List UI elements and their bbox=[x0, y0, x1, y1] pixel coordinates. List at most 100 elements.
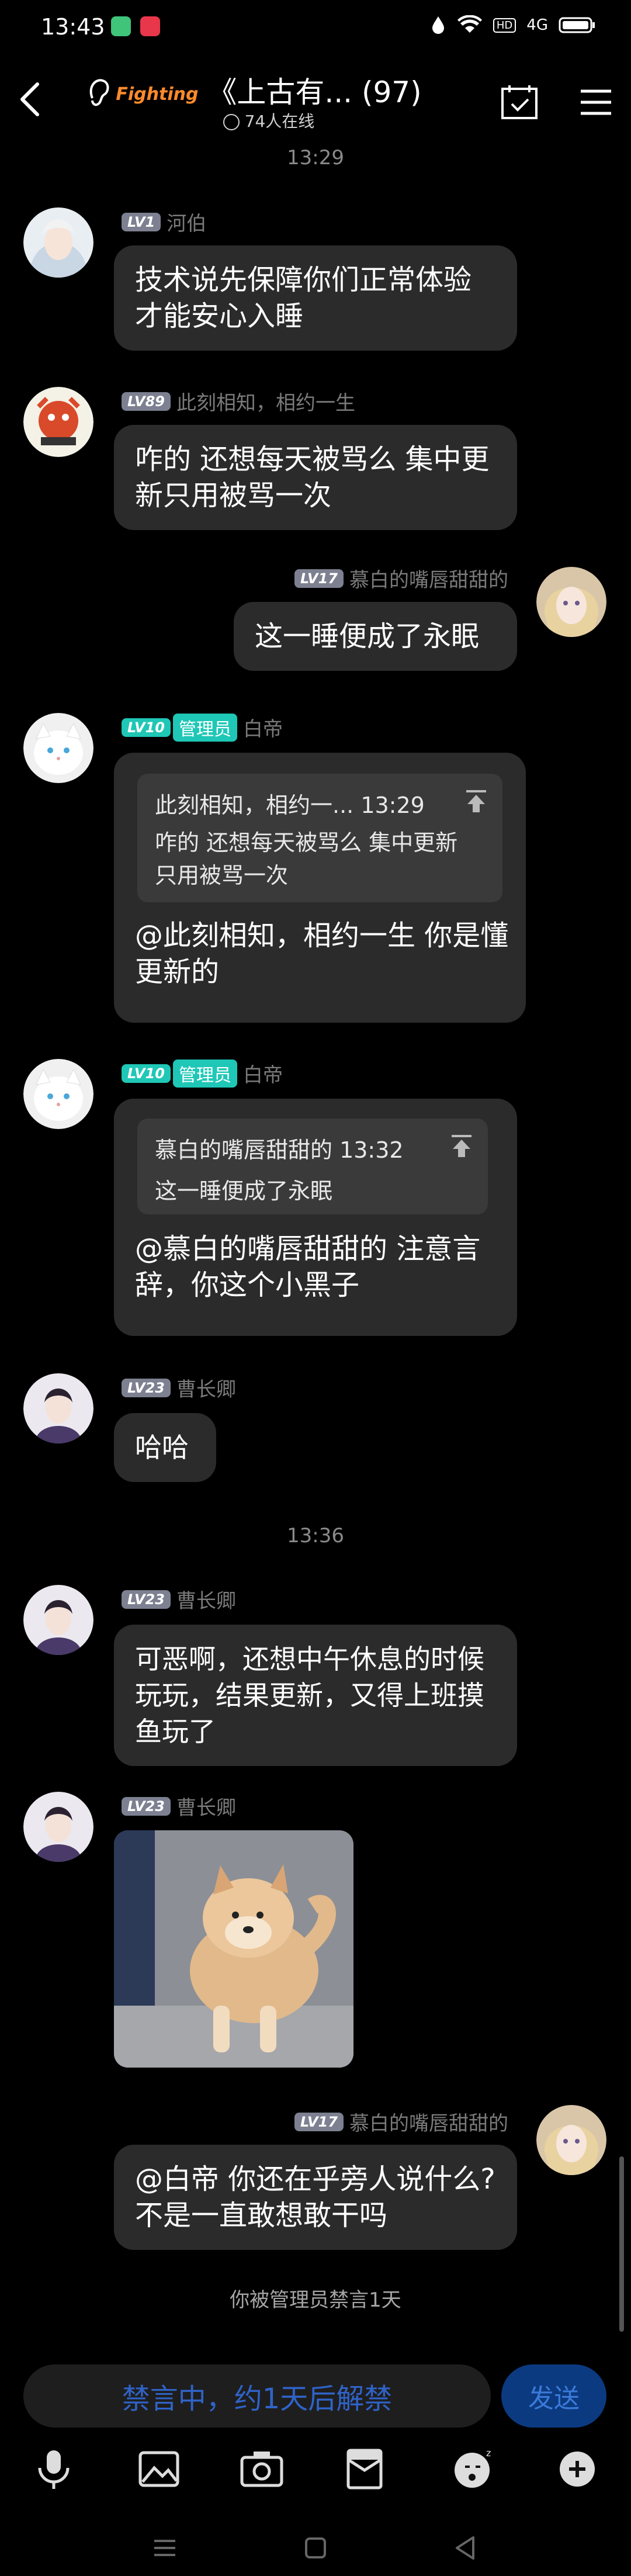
admin-badge: 管理员 bbox=[172, 713, 237, 742]
sender-line: LV89 此刻相知，相约一生 bbox=[122, 387, 355, 416]
message-input[interactable]: 禁言中，约1天后解禁 bbox=[23, 2364, 491, 2428]
app-notification-icon bbox=[111, 16, 131, 36]
battery-icon bbox=[559, 17, 595, 33]
message-bubble[interactable]: 咋的 还想每天被骂么 集中更新只用被骂一次 bbox=[114, 425, 517, 530]
menu-button[interactable] bbox=[578, 82, 619, 123]
level-badge: LV10 bbox=[122, 1064, 171, 1083]
level-badge: LV17 bbox=[294, 569, 344, 588]
avatar[interactable] bbox=[23, 1059, 93, 1129]
wifi-icon bbox=[457, 15, 482, 33]
dog-photo bbox=[114, 1830, 353, 2068]
sender-line: LV17 慕白的嘴唇甜甜的 bbox=[286, 564, 508, 593]
sender-name[interactable]: 曹长卿 bbox=[176, 1373, 236, 1402]
drop-icon bbox=[432, 16, 444, 34]
message-bubble[interactable]: 慕白的嘴唇甜甜的 13:32 这一睡便成了永眠 @慕白的嘴唇甜甜的 注意言辞，你… bbox=[114, 1099, 517, 1336]
message-bubble[interactable]: 这一睡便成了永眠 bbox=[234, 602, 517, 671]
mute-notice: 你被管理员禁言1天 bbox=[230, 2288, 401, 2312]
menu-icon bbox=[154, 2540, 175, 2556]
triangle-left-icon bbox=[456, 2536, 474, 2560]
app-notification-icon bbox=[140, 16, 160, 36]
time-separator: 13:29 bbox=[287, 146, 344, 169]
message-bubble[interactable]: @白帝 你还在乎旁人说什么?不是一直敢想敢干吗 bbox=[114, 2145, 517, 2250]
pin-up-icon[interactable] bbox=[448, 1133, 475, 1159]
quote-author: 慕白的嘴唇甜甜的 13:32 bbox=[155, 1137, 404, 1163]
avatar[interactable] bbox=[23, 207, 93, 278]
status-indicators: HD 4G bbox=[430, 15, 596, 35]
sender-name[interactable]: 慕白的嘴唇甜甜的 bbox=[349, 2107, 508, 2136]
square-icon bbox=[305, 2537, 326, 2558]
sender-line: LV17 慕白的嘴唇甜甜的 bbox=[263, 2107, 508, 2136]
camera-button[interactable] bbox=[238, 2446, 285, 2492]
message-bubble[interactable]: 哈哈 bbox=[114, 1413, 216, 1482]
back-nav-button[interactable] bbox=[442, 2525, 488, 2571]
image-icon bbox=[138, 2451, 179, 2487]
quoted-message[interactable]: 慕白的嘴唇甜甜的 13:32 这一睡便成了永眠 bbox=[137, 1119, 488, 1214]
quote-text: 咋的 还想每天被骂么 集中更新只用被骂一次 bbox=[155, 830, 458, 888]
avatar[interactable] bbox=[23, 1585, 93, 1655]
status-time: 13:43 bbox=[41, 14, 105, 40]
photo-button[interactable] bbox=[136, 2446, 182, 2492]
sender-name[interactable]: 白帝 bbox=[243, 1059, 283, 1088]
level-badge: LV17 bbox=[294, 2112, 344, 2131]
message-bubble[interactable]: 此刻相知，相约一... 13:29 咋的 还想每天被骂么 集中更新只用被骂一次 … bbox=[114, 753, 526, 1023]
avatar[interactable] bbox=[536, 567, 606, 637]
send-button[interactable]: 发送 bbox=[501, 2364, 606, 2428]
sender-line: LV1 河伯 bbox=[122, 207, 206, 236]
plus-button[interactable] bbox=[554, 2446, 601, 2492]
svg-text:z: z bbox=[486, 2447, 491, 2459]
emoji-button[interactable]: z bbox=[450, 2446, 497, 2492]
sender-name[interactable]: 曹长卿 bbox=[176, 1792, 236, 1820]
avatar[interactable] bbox=[23, 1373, 93, 1443]
back-button[interactable] bbox=[12, 76, 47, 123]
microphone-icon bbox=[38, 2450, 70, 2489]
sender-name[interactable]: 此刻相知，相约一生 bbox=[176, 387, 355, 416]
sender-name[interactable]: 白帝 bbox=[243, 713, 283, 742]
avatar[interactable] bbox=[23, 387, 93, 457]
hd-icon: HD bbox=[493, 18, 516, 33]
level-badge: LV23 bbox=[122, 1590, 171, 1609]
plus-icon bbox=[560, 2452, 595, 2487]
admin-badge: 管理员 bbox=[172, 1059, 237, 1088]
menu-icon bbox=[581, 89, 611, 115]
sender-line: LV10 管理员 白帝 bbox=[122, 713, 283, 742]
message-bubble[interactable]: 技术说先保障你们正常体验才能安心入睡 bbox=[114, 245, 517, 351]
quote-author: 此刻相知，相约一... 13:29 bbox=[155, 792, 425, 818]
level-badge: LV23 bbox=[122, 1796, 171, 1816]
sender-name[interactable]: 河伯 bbox=[167, 207, 206, 236]
calendar-check-icon bbox=[501, 85, 538, 119]
message-text: @慕白的嘴唇甜甜的 注意言辞，你这个小黑子 bbox=[135, 1232, 481, 1301]
camera-icon bbox=[240, 2452, 283, 2487]
group-logo: Fighting bbox=[116, 84, 199, 105]
online-icon bbox=[223, 114, 240, 130]
signal-text: 4G bbox=[526, 16, 548, 34]
envelope-icon bbox=[346, 2449, 383, 2490]
sender-line: LV10 管理员 白帝 bbox=[122, 1059, 283, 1088]
level-badge: LV23 bbox=[122, 1378, 171, 1397]
level-badge: LV89 bbox=[122, 392, 171, 411]
quote-text: 这一睡便成了永眠 bbox=[155, 1178, 333, 1204]
home-button[interactable] bbox=[292, 2525, 339, 2571]
avatar[interactable] bbox=[23, 1792, 93, 1862]
time-separator: 13:36 bbox=[287, 1524, 344, 1547]
pin-up-icon[interactable] bbox=[463, 788, 490, 815]
chat-title: Fighting 《上古有... (97) bbox=[116, 75, 422, 109]
calendar-check-button[interactable] bbox=[499, 82, 540, 123]
level-badge: LV1 bbox=[122, 212, 161, 231]
chevron-left-icon bbox=[20, 82, 39, 116]
quoted-message[interactable]: 此刻相知，相约一... 13:29 咋的 还想每天被骂么 集中更新只用被骂一次 bbox=[137, 774, 502, 902]
chat-title-area[interactable]: Fighting 《上古有... (97) 74人在线 bbox=[82, 69, 456, 133]
avatar[interactable] bbox=[536, 2105, 606, 2175]
recents-button[interactable] bbox=[141, 2525, 188, 2571]
sender-line: LV23 曹长卿 bbox=[122, 1792, 236, 1820]
sender-line: LV23 曹长卿 bbox=[122, 1373, 236, 1402]
level-badge: LV10 bbox=[122, 718, 171, 737]
sender-name[interactable]: 曹长卿 bbox=[176, 1585, 236, 1614]
avatar[interactable] bbox=[23, 713, 93, 783]
message-bubble[interactable]: 可恶啊，还想中午休息的时候玩玩，结果更新，又得上班摸鱼玩了 bbox=[114, 1625, 517, 1766]
sender-line: LV23 曹长卿 bbox=[122, 1585, 236, 1614]
message-text: @此刻相知，相约一生 你是懂更新的 bbox=[135, 919, 509, 988]
sender-name[interactable]: 慕白的嘴唇甜甜的 bbox=[349, 564, 508, 593]
voice-button[interactable] bbox=[30, 2446, 77, 2492]
image-message[interactable] bbox=[114, 1830, 353, 2068]
red-packet-button[interactable] bbox=[341, 2446, 388, 2492]
